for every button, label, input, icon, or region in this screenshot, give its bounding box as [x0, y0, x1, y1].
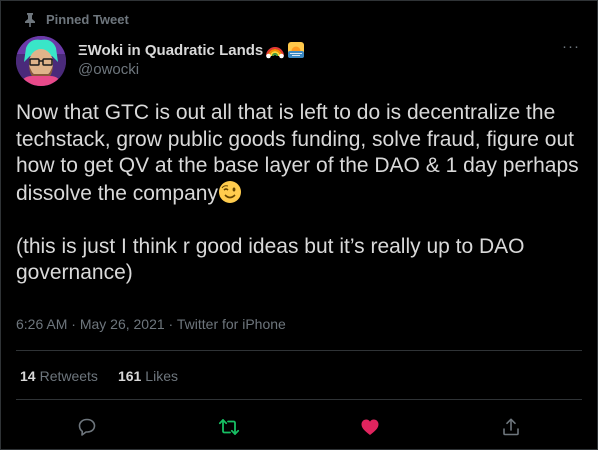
tweet-text: Now that GTC is out all that is left to … — [16, 100, 586, 287]
tweet-meta: 6:26 AM · May 26, 2021 · Twitter for iPh… — [16, 316, 286, 332]
retweets-label: Retweets — [39, 368, 98, 384]
pin-icon — [24, 12, 36, 27]
meta-separator: · — [67, 316, 80, 332]
pinned-label: Pinned Tweet — [46, 12, 129, 27]
more-options-icon[interactable]: ··· — [562, 38, 580, 55]
retweets-count: 14 — [20, 368, 36, 384]
author-handle[interactable]: @owocki — [78, 61, 139, 78]
avatar[interactable] — [16, 36, 66, 86]
tweet-time[interactable]: 6:26 AM — [16, 316, 67, 332]
reply-icon[interactable] — [74, 414, 100, 440]
winking-face-emoji-icon — [218, 180, 242, 204]
like-icon[interactable] — [357, 414, 383, 440]
sunrise-emoji-icon — [287, 41, 305, 59]
display-name[interactable]: ΞWoki in Quadratic Lands — [78, 42, 263, 59]
divider — [16, 350, 582, 351]
tweet-stats: 14 Retweets 161 Likes — [20, 368, 178, 384]
tweet-text-second: (this is just I think r good ideas but i… — [16, 234, 525, 285]
tweet-text-main: Now that GTC is out all that is left to … — [16, 101, 579, 205]
likes-stat[interactable]: 161 Likes — [118, 368, 178, 384]
rainbow-emoji-icon — [266, 41, 285, 59]
likes-count: 161 — [117, 368, 142, 384]
divider — [16, 399, 582, 400]
author-name-row[interactable]: ΞWoki in Quadratic Lands — [78, 41, 305, 59]
tweet-source[interactable]: Twitter for iPhone — [177, 316, 286, 332]
tweet-date[interactable]: May 26, 2021 — [80, 316, 165, 332]
tweet-actions — [0, 410, 598, 444]
retweet-icon[interactable] — [216, 414, 242, 440]
likes-label: Likes — [145, 368, 178, 384]
share-icon[interactable] — [498, 414, 524, 440]
retweets-stat[interactable]: 14 Retweets — [20, 368, 98, 384]
pinned-tweet-header: Pinned Tweet — [24, 12, 129, 27]
meta-separator: · — [164, 316, 177, 332]
